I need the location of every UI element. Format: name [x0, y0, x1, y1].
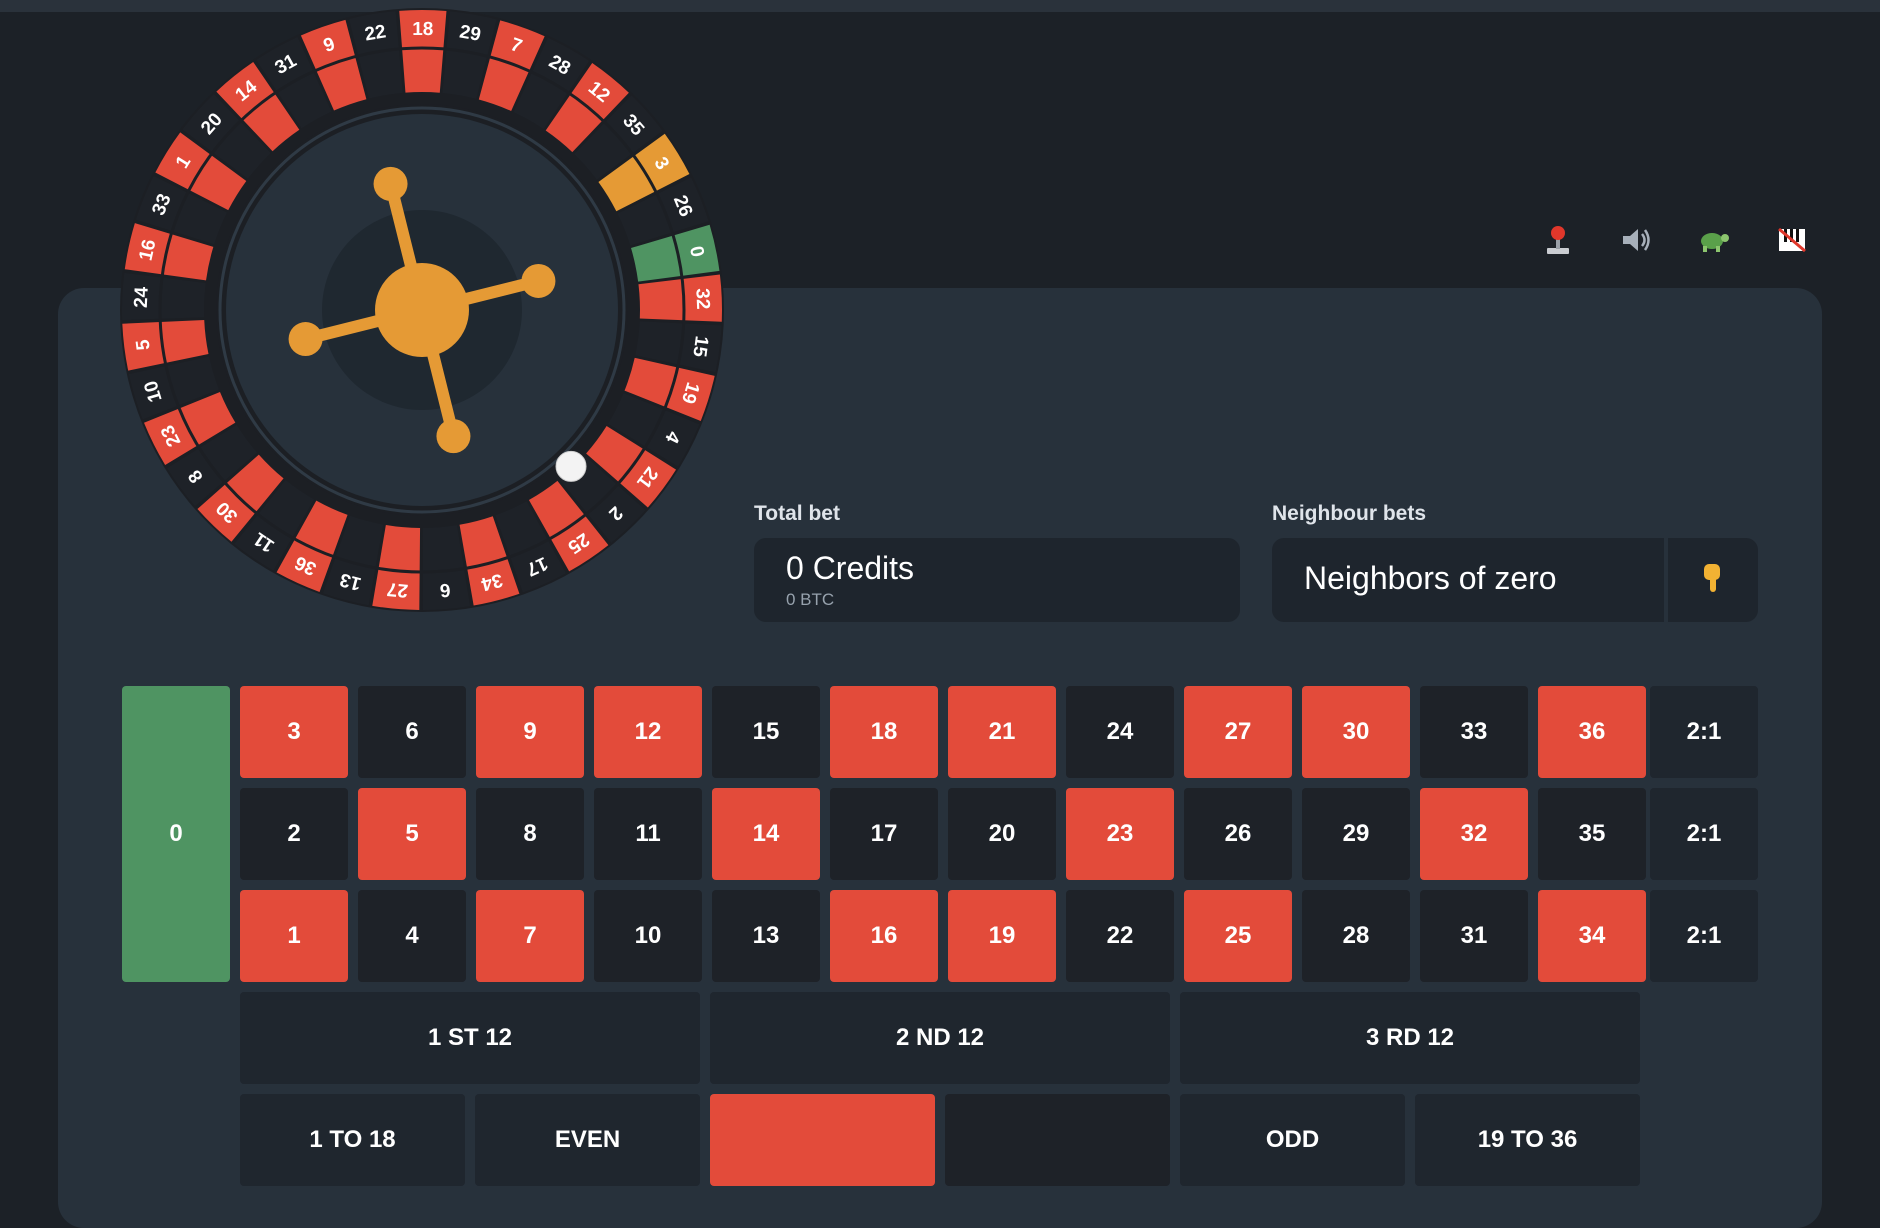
number-19[interactable]: 19	[948, 890, 1056, 982]
total-bet-credits: 0 Credits	[786, 550, 915, 586]
piano-off-icon[interactable]	[1774, 222, 1810, 258]
number-25[interactable]: 25	[1184, 890, 1292, 982]
number-0[interactable]: 0	[122, 686, 230, 982]
high-19-to-36-bet[interactable]: 19 TO 36	[1415, 1094, 1640, 1186]
red-bet[interactable]	[710, 1094, 935, 1186]
odd-bet[interactable]: ODD	[1180, 1094, 1405, 1186]
number-30[interactable]: 30	[1302, 686, 1410, 778]
number-18[interactable]: 18	[830, 686, 938, 778]
number-12[interactable]: 12	[594, 686, 702, 778]
number-32[interactable]: 32	[1420, 788, 1528, 880]
roulette-ball	[555, 450, 587, 482]
number-29[interactable]: 29	[1302, 788, 1410, 880]
column-bet-1[interactable]: 2:1	[1650, 686, 1758, 778]
total-bet-label: Total bet	[754, 502, 840, 525]
number-8[interactable]: 8	[476, 788, 584, 880]
column-bet-2[interactable]: 2:1	[1650, 788, 1758, 880]
number-17[interactable]: 17	[830, 788, 938, 880]
number-27[interactable]: 27	[1184, 686, 1292, 778]
wheel-number-29: 29	[458, 22, 482, 46]
number-35[interactable]: 35	[1538, 788, 1646, 880]
turtle-icon[interactable]	[1696, 222, 1732, 258]
dozen-3-bet[interactable]: 3 RD 12	[1180, 992, 1640, 1084]
wheel-number-15: 15	[688, 335, 712, 359]
number-11[interactable]: 11	[594, 788, 702, 880]
speaker-icon[interactable]	[1618, 222, 1654, 258]
number-10[interactable]: 10	[594, 890, 702, 982]
total-bet-btc: 0 BTC	[786, 590, 835, 609]
turret-knob-3	[436, 419, 471, 454]
wheel-number-24: 24	[131, 286, 153, 308]
number-13[interactable]: 13	[712, 890, 820, 982]
joystick-icon[interactable]	[1540, 222, 1576, 258]
neighbour-bets-label: Neighbour bets	[1272, 502, 1427, 525]
number-9[interactable]: 9	[476, 686, 584, 778]
number-21[interactable]: 21	[948, 686, 1056, 778]
number-31[interactable]: 31	[1420, 890, 1528, 982]
number-4[interactable]: 4	[358, 890, 466, 982]
number-6[interactable]: 6	[358, 686, 466, 778]
number-16[interactable]: 16	[830, 890, 938, 982]
neighbour-bet-place-button[interactable]	[1668, 538, 1758, 622]
number-14[interactable]: 14	[712, 788, 820, 880]
pointing-down-icon	[1700, 562, 1726, 599]
number-28[interactable]: 28	[1302, 890, 1410, 982]
wheel-number-18: 18	[412, 19, 433, 40]
number-23[interactable]: 23	[1066, 788, 1174, 880]
wheel-number-22: 22	[363, 21, 387, 45]
turret-hub	[375, 263, 469, 357]
turret-knob-2	[521, 263, 556, 298]
turret-knob-1	[373, 166, 408, 201]
low-1-to-18-bet[interactable]: 1 TO 18	[240, 1094, 465, 1186]
total-bet-box: 0 Credits 0 BTC	[754, 538, 1240, 622]
number-34[interactable]: 34	[1538, 890, 1646, 982]
number-5[interactable]: 5	[358, 788, 466, 880]
number-36[interactable]: 36	[1538, 686, 1646, 778]
number-33[interactable]: 33	[1420, 686, 1528, 778]
number-7[interactable]: 7	[476, 890, 584, 982]
turret-knob-4	[288, 322, 323, 357]
dozen-1-bet[interactable]: 1 ST 12	[240, 992, 700, 1084]
wheel-number-6: 6	[439, 579, 451, 601]
wheel-number-27: 27	[386, 578, 409, 601]
number-20[interactable]: 20	[948, 788, 1056, 880]
number-15[interactable]: 15	[712, 686, 820, 778]
black-bet[interactable]	[945, 1094, 1170, 1186]
number-1[interactable]: 1	[240, 890, 348, 982]
even-bet[interactable]: EVEN	[475, 1094, 700, 1186]
roulette-wheel: 0321519421225173462713361130823105241633…	[120, 8, 724, 612]
number-24[interactable]: 24	[1066, 686, 1174, 778]
dozen-2-bet[interactable]: 2 ND 12	[710, 992, 1170, 1084]
number-26[interactable]: 26	[1184, 788, 1292, 880]
neighbour-bets-value: Neighbors of zero	[1304, 560, 1557, 596]
number-22[interactable]: 22	[1066, 890, 1174, 982]
number-3[interactable]: 3	[240, 686, 348, 778]
wheel-number-32: 32	[691, 288, 713, 310]
number-2[interactable]: 2	[240, 788, 348, 880]
wheel-number-16: 16	[135, 238, 160, 263]
column-bet-3[interactable]: 2:1	[1650, 890, 1758, 982]
neighbour-bets-select[interactable]: Neighbors of zero	[1272, 538, 1758, 622]
